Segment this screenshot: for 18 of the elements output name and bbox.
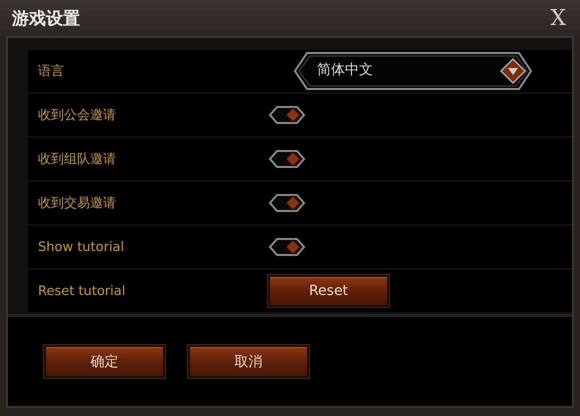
cancel-button[interactable]: 取消 bbox=[188, 345, 309, 378]
setting-label: 收到交易邀请 bbox=[37, 195, 117, 212]
setting-label: 收到组队邀请 bbox=[37, 151, 117, 168]
language-dropdown[interactable]: 简体中文 bbox=[293, 51, 533, 91]
toggle-switch[interactable] bbox=[268, 237, 306, 257]
dropdown-value: 简体中文 bbox=[317, 61, 373, 79]
confirm-button[interactable]: 确定 bbox=[44, 345, 165, 378]
setting-label: Show tutorial bbox=[37, 240, 126, 254]
close-button[interactable]: X bbox=[546, 6, 570, 30]
setting-label: Reset tutorial bbox=[37, 284, 126, 298]
window-title: 游戏设置 bbox=[12, 8, 80, 30]
setting-label: 收到公会邀请 bbox=[37, 107, 117, 124]
toggle-switch[interactable] bbox=[268, 105, 306, 125]
dropdown-arrow-icon bbox=[500, 58, 526, 84]
toggle-switch[interactable] bbox=[268, 149, 306, 169]
setting-label: 语言 bbox=[37, 63, 65, 80]
toggle-switch[interactable] bbox=[268, 193, 306, 213]
reset-button[interactable]: Reset bbox=[268, 275, 389, 307]
